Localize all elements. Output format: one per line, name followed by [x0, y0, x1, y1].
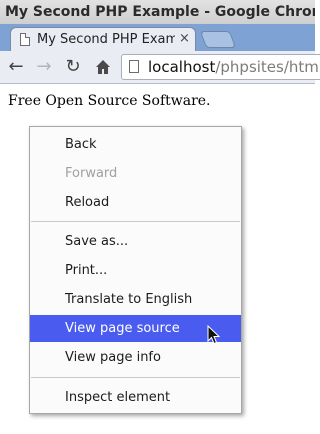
menu-item-save-as[interactable]: Save as... — [30, 228, 241, 255]
tab-active[interactable]: My Second PHP Exam × — [10, 27, 196, 51]
url-text: localhost/phpsites/html — [148, 55, 320, 79]
menu-item-translate[interactable]: Translate to English — [30, 286, 241, 313]
menu-separator — [31, 221, 240, 222]
menu-separator — [31, 377, 240, 378]
back-button[interactable]: ← — [6, 56, 26, 78]
toolbar: ← → ↻ localhost/phpsites/html — [0, 51, 320, 84]
menu-item-back[interactable]: Back — [30, 131, 241, 158]
window-title: My Second PHP Example - Google Chrome — [0, 0, 315, 24]
page-icon — [129, 60, 139, 73]
url-host: localhost — [148, 58, 216, 76]
menu-item-forward[interactable]: Forward — [30, 160, 241, 187]
new-tab-button[interactable] — [199, 31, 237, 48]
tab-title: My Second PHP Exam — [37, 32, 175, 47]
page-icon — [20, 33, 30, 46]
menu-item-view-page-info[interactable]: View page info — [30, 344, 241, 371]
page-text: Free Open Source Software. — [8, 93, 211, 109]
mouse-cursor-icon — [207, 325, 221, 345]
menu-item-print[interactable]: Print... — [30, 257, 241, 284]
address-bar[interactable]: localhost/phpsites/html — [121, 54, 320, 80]
home-icon[interactable] — [95, 59, 111, 75]
tab-strip: My Second PHP Exam × — [0, 24, 315, 51]
menu-item-inspect-element[interactable]: Inspect element — [30, 384, 241, 411]
forward-button[interactable]: → — [34, 56, 54, 78]
url-path: /phpsites/html — [215, 58, 320, 76]
menu-item-reload[interactable]: Reload — [30, 189, 241, 216]
reload-button[interactable]: ↻ — [63, 56, 83, 78]
context-menu: Back Forward Reload Save as... Print... … — [29, 126, 242, 414]
tab-close-icon[interactable]: × — [179, 28, 190, 50]
